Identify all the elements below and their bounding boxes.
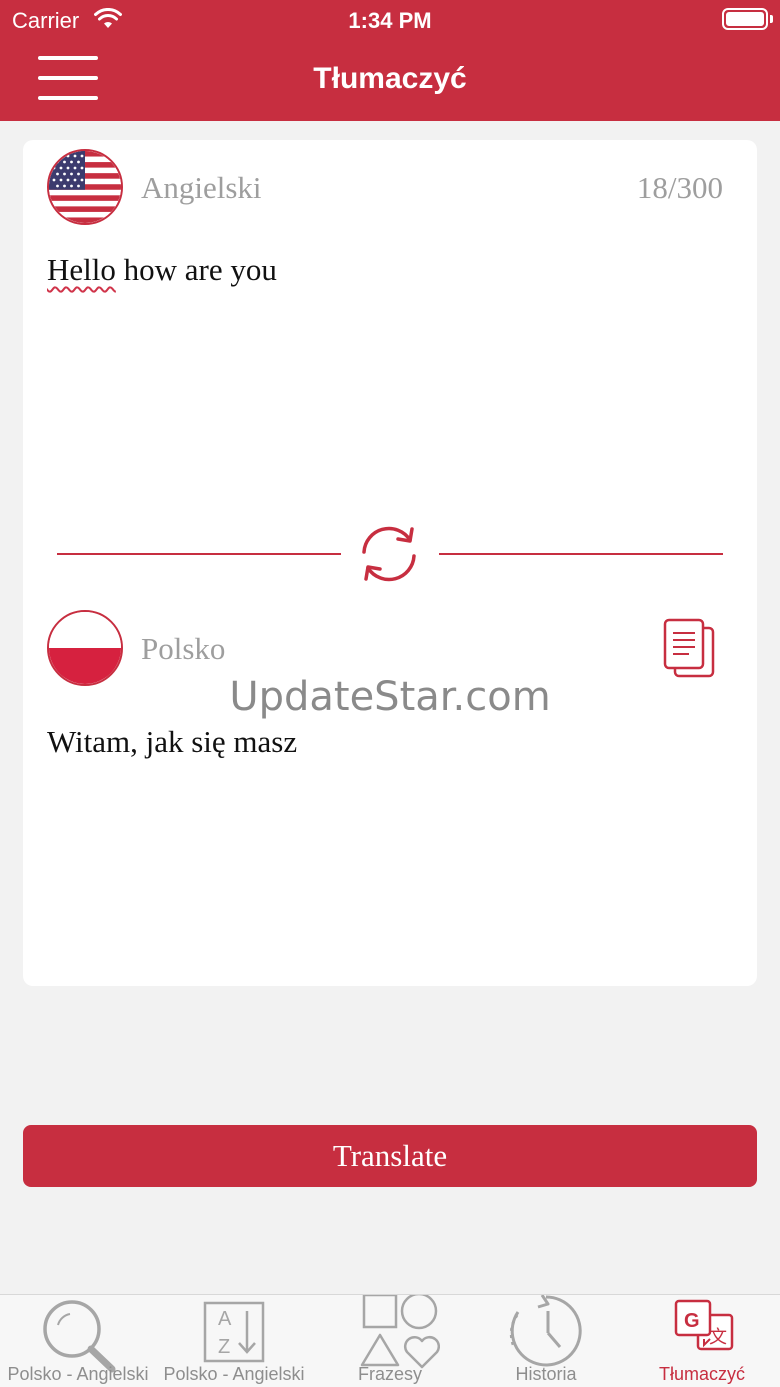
history-icon [509,1295,582,1367]
translate-button[interactable]: Translate [23,1125,757,1187]
svg-text:文: 文 [709,1327,727,1348]
swap-languages-icon[interactable] [355,520,423,588]
translate-icon: G 文 [674,1299,734,1351]
search-icon [43,1300,116,1373]
tab-frazesy[interactable]: Frazesy [312,1295,468,1387]
watermark: UpdateStar.com [229,674,551,720]
app-header: Carrier 1:34 PM Tłumaczyć [0,0,780,121]
tab-label: Historia [515,1364,577,1384]
character-counter: 18/300 [636,170,723,205]
tab-bar: Polsko - Angielski A Z Polsko - Angielsk… [0,1294,780,1387]
us-flag-icon[interactable] [47,149,123,225]
tab-tlumaczyc[interactable]: G 文 Tłumaczyć [624,1295,780,1387]
translation-card: Angielski 18/300 Hello how are you Polsk… [23,140,757,986]
svg-text:A: A [218,1308,232,1330]
clock: 1:34 PM [348,8,432,33]
target-language-label[interactable]: Polsko [141,631,225,667]
source-text-input[interactable]: Hello how are you [47,250,277,290]
battery-icon [722,8,768,30]
divider-right [439,553,723,555]
status-bar: Carrier 1:34 PM [0,0,780,40]
tab-label: Polsko - Angielski [7,1364,149,1384]
copy-icon[interactable] [661,616,719,682]
sort-az-icon: A Z [203,1301,265,1363]
svg-text:Z: Z [218,1336,230,1358]
misspelled-word: Hello [47,252,116,287]
tab-label: Polsko - Angielski [163,1364,305,1384]
svg-text:G: G [684,1310,700,1332]
source-text-rest: how are you [115,252,277,287]
shapes-icon [360,1295,440,1369]
tab-historia[interactable]: Historia [468,1295,624,1387]
tab-label: Tłumaczyć [658,1364,745,1384]
tab-label: Frazesy [357,1364,422,1384]
page-title: Tłumaczyć [313,62,467,95]
tab-polsko-angielski-dictionary[interactable]: A Z Polsko - Angielski [156,1295,312,1387]
divider-left [57,553,341,555]
source-language-label[interactable]: Angielski [141,170,262,206]
tab-polsko-angielski-search[interactable]: Polsko - Angielski [0,1295,156,1387]
translated-text: Witam, jak się masz [47,724,298,759]
